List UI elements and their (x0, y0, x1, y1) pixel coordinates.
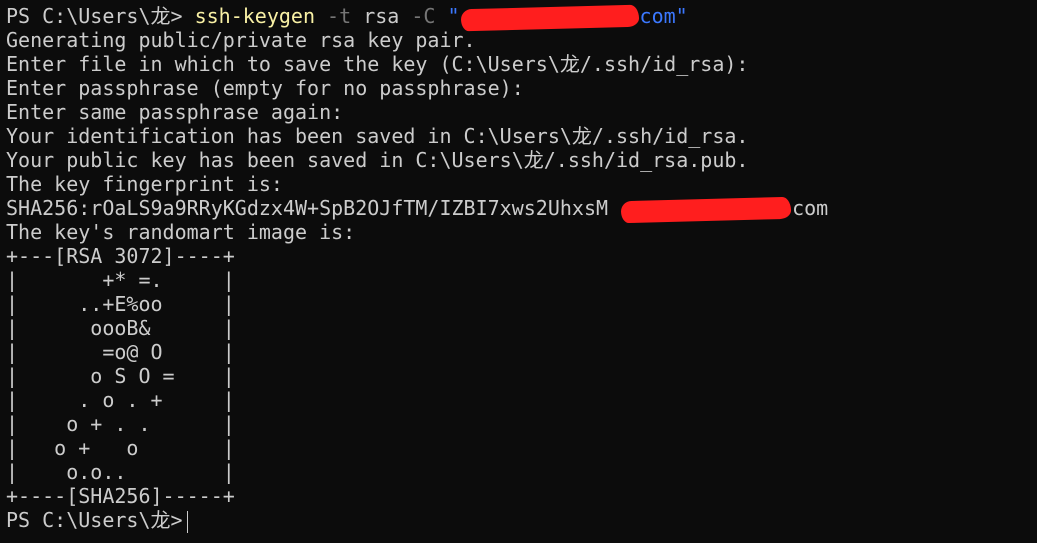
randomart-line: | o S O = | (6, 364, 235, 388)
output-line: Enter file in which to save the key (C:\… (6, 52, 749, 76)
output-line: The key fingerprint is: (6, 172, 283, 196)
top-edge (0, 0, 1037, 4)
final-prompt: PS C:\Users\龙> (6, 508, 183, 532)
output-line: Generating public/private rsa key pair. (6, 28, 476, 52)
randomart-line: | o + . . | (6, 412, 235, 436)
quote-open: " (447, 4, 460, 28)
flag-t: -t (327, 4, 352, 28)
randomart-line: | +* =. | (6, 268, 235, 292)
fingerprint: SHA256:rOaLS9a9RRyKGdzx4W+SpB2OJfTM/IZBI… (6, 196, 621, 220)
randomart-line: | o + o | (6, 436, 235, 460)
prompt: PS C:\Users\龙> (6, 4, 195, 28)
redaction-mark (460, 4, 639, 31)
randomart-line: | . o . + | (6, 388, 235, 412)
text-cursor (186, 510, 188, 533)
flag-c: -C (411, 4, 436, 28)
output-line: Your identification has been saved in C:… (6, 124, 749, 148)
arg-t: rsa (363, 4, 400, 28)
randomart-line: +----[SHA256]-----+ (6, 484, 235, 508)
command-line: PS C:\Users\龙> ssh-keygen -t rsa -C " com… (6, 4, 1037, 31)
randomart-line: | o.o.. | (6, 460, 235, 484)
command-exe: ssh-keygen (194, 4, 315, 28)
fingerprint-tail: com (792, 196, 829, 220)
output-line: The key's randomart image is: (6, 220, 356, 244)
randomart-line: | oooB& | (6, 316, 235, 340)
final-prompt-line[interactable]: PS C:\Users\龙> (6, 508, 1037, 533)
randomart-line: +---[RSA 3072]----+ (6, 244, 235, 268)
output-line: Your public key has been saved in C:\Use… (6, 148, 749, 172)
terminal-window[interactable]: PS C:\Users\龙> ssh-keygen -t rsa -C " com… (0, 0, 1037, 543)
email-tail: com" (639, 4, 688, 28)
output-line: Enter same passphrase again: (6, 100, 344, 124)
fingerprint-line: SHA256:rOaLS9a9RRyKGdzx4W+SpB2OJfTM/IZBI… (6, 196, 1037, 223)
redaction-mark (620, 196, 792, 223)
randomart: +---[RSA 3072]----+ | +* =. | | ..+E%oo … (6, 244, 1037, 508)
randomart-line: | ..+E%oo | (6, 292, 235, 316)
output-line: Enter passphrase (empty for no passphras… (6, 76, 524, 100)
randomart-line: | =o@ O | (6, 340, 235, 364)
